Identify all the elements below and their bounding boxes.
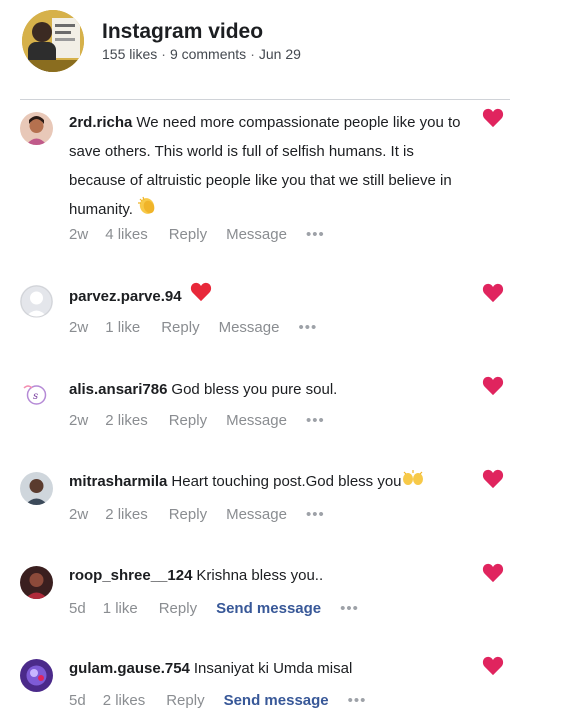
reply-button[interactable]: Reply <box>169 226 207 243</box>
post-date: Jun 29 <box>258 46 301 62</box>
more-options-icon[interactable]: ••• <box>306 226 325 243</box>
comment-likes[interactable]: 2 likes <box>105 506 148 523</box>
heart-icon[interactable] <box>482 469 504 489</box>
comment-likes[interactable]: 1 like <box>103 600 138 617</box>
more-options-icon[interactable]: ••• <box>340 600 359 617</box>
comment-age: 2w <box>69 412 89 429</box>
avatar[interactable] <box>20 566 53 599</box>
message-button[interactable]: Message <box>226 412 287 429</box>
send-message-button[interactable]: Send message <box>216 600 321 617</box>
comment-text: gulam.gause.754 Insaniyat ki Umda misal <box>69 654 471 683</box>
comment-text: mitrasharmila Heart touching post.God ble… <box>69 467 471 497</box>
heart-icon[interactable] <box>482 656 504 676</box>
comment-age: 2w <box>69 506 89 523</box>
more-options-icon[interactable]: ••• <box>348 692 367 709</box>
heart-icon[interactable] <box>482 108 504 128</box>
post-title: Instagram video <box>102 20 264 43</box>
clapping-hands-icon <box>137 195 157 225</box>
comment-text: 2rd.richa We need more compassionate peop… <box>69 108 471 225</box>
comment-age: 2w <box>69 319 89 336</box>
heart-icon[interactable] <box>482 376 504 396</box>
reply-button[interactable]: Reply <box>169 412 207 429</box>
comment-username[interactable]: 2rd.richa <box>69 114 132 131</box>
comment-actions: 2w 2 likes Reply Message ••• <box>69 506 325 523</box>
comment-actions: 2w 1 like Reply Message ••• <box>69 319 317 336</box>
comment-body: Insaniyat ki Umda misal <box>193 660 353 677</box>
comment-age: 5d <box>69 600 86 617</box>
comment-text: roop_shree__124 Krishna bless you.. <box>69 561 471 590</box>
meta-separator: · <box>161 46 166 62</box>
post-thumbnail[interactable] <box>22 10 84 72</box>
post-meta: 155 likes · 9 comments · Jun 29 <box>102 46 301 62</box>
reply-button[interactable]: Reply <box>159 600 197 617</box>
comment-actions: 2w 2 likes Reply Message ••• <box>69 412 325 429</box>
comment-actions: 5d 1 like Reply Send message ••• <box>69 600 359 617</box>
avatar[interactable] <box>20 285 53 318</box>
send-message-button[interactable]: Send message <box>224 692 329 709</box>
raising-hands-icon <box>402 468 424 497</box>
comment-likes[interactable]: 1 like <box>105 319 140 336</box>
post-likes-count[interactable]: 155 likes <box>102 46 157 62</box>
message-button[interactable]: Message <box>219 319 280 336</box>
header-divider <box>20 99 510 100</box>
meta-separator: · <box>250 46 255 62</box>
avatar[interactable] <box>20 112 53 145</box>
reply-button[interactable]: Reply <box>161 319 199 336</box>
heart-icon[interactable] <box>482 283 504 303</box>
comment-username[interactable]: parvez.parve.94 <box>69 288 182 305</box>
comment-username[interactable]: roop_shree__124 <box>69 567 192 584</box>
red-heart-icon <box>190 282 212 312</box>
comment-body: Heart touching post.God bless you <box>171 473 402 490</box>
avatar[interactable]: s <box>20 378 53 411</box>
comment-actions: 2w 4 likes Reply Message ••• <box>69 226 325 243</box>
comment-likes[interactable]: 2 likes <box>103 692 146 709</box>
comment-username[interactable]: mitrasharmila <box>69 473 167 490</box>
reply-button[interactable]: Reply <box>166 692 204 709</box>
message-button[interactable]: Message <box>226 506 287 523</box>
comment-likes[interactable]: 4 likes <box>105 226 148 243</box>
svg-text:s: s <box>33 391 38 402</box>
reply-button[interactable]: Reply <box>169 506 207 523</box>
more-options-icon[interactable]: ••• <box>306 412 325 429</box>
comment-username[interactable]: alis.ansari786 <box>69 381 167 398</box>
comment-body: Krishna bless you.. <box>196 567 324 584</box>
comment-age: 2w <box>69 226 89 243</box>
comment-username[interactable]: gulam.gause.754 <box>69 660 190 677</box>
more-options-icon[interactable]: ••• <box>306 506 325 523</box>
comment-likes[interactable]: 2 likes <box>105 412 148 429</box>
avatar[interactable] <box>20 472 53 505</box>
avatar[interactable] <box>20 659 53 692</box>
comment-actions: 5d 2 likes Reply Send message ••• <box>69 692 366 709</box>
heart-icon[interactable] <box>482 563 504 583</box>
post-comments-count[interactable]: 9 comments <box>170 46 246 62</box>
comment-text: alis.ansari786 God bless you pure soul. <box>69 375 471 404</box>
message-button[interactable]: Message <box>226 226 287 243</box>
comment-age: 5d <box>69 692 86 709</box>
post-header: Instagram video 155 likes · 9 comments · Jun… <box>0 0 587 100</box>
more-options-icon[interactable]: ••• <box>298 319 317 336</box>
comment-text: parvez.parve.94 <box>69 282 471 312</box>
comment-body: God bless you pure soul. <box>171 381 338 398</box>
